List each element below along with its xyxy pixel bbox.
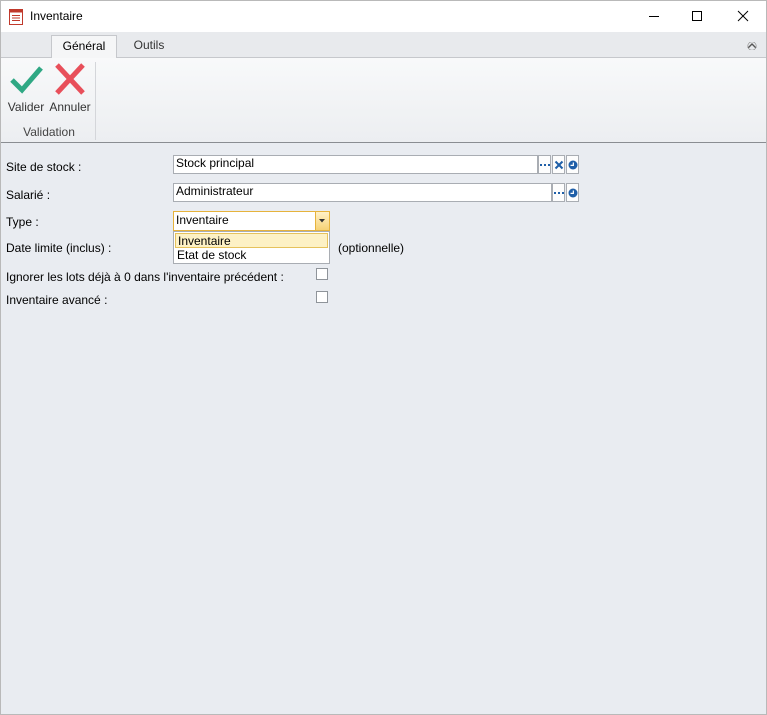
type-select-value: Inventaire [176, 213, 229, 227]
type-dropdown-list: Inventaire Etat de stock [173, 231, 330, 264]
date-limite-label: Date limite (inclus) : [6, 241, 112, 255]
site-de-stock-label: Site de stock : [6, 160, 82, 174]
chevron-up-icon [747, 41, 757, 51]
maximize-button[interactable] [674, 1, 720, 32]
type-option-inventaire[interactable]: Inventaire [175, 233, 328, 248]
type-dropdown-button[interactable] [315, 212, 329, 230]
ellipsis-icon [540, 164, 550, 166]
minimize-icon [649, 16, 659, 17]
annuler-label: Annuler [49, 100, 91, 114]
ribbon-panel: Valider Annuler Validation [1, 58, 766, 143]
type-option-etat-de-stock[interactable]: Etat de stock [175, 248, 328, 263]
window-title: Inventaire [30, 9, 83, 23]
ribbon-group-label: Validation [23, 125, 75, 139]
inventaire-window: Inventaire Général Outils Valider Annule… [0, 0, 767, 715]
type-select[interactable]: Inventaire [173, 211, 330, 231]
tab-outils[interactable]: Outils [125, 35, 173, 57]
check-icon [10, 66, 43, 94]
salarie-browse-button[interactable] [552, 183, 565, 202]
ignorer-lots-label: Ignorer les lots déjà à 0 dans l'inventa… [6, 270, 284, 284]
circle-arrow-icon [568, 160, 578, 170]
site-de-stock-input[interactable]: Stock principal [173, 155, 538, 174]
inventory-form: Site de stock : Stock principal Salarié … [1, 143, 766, 714]
salarie-label: Salarié : [6, 188, 51, 202]
ribbon-group-divider [95, 62, 96, 140]
ellipsis-icon [554, 192, 564, 194]
type-label: Type : [6, 215, 39, 229]
maximize-icon [692, 11, 702, 21]
close-x-icon [55, 63, 85, 95]
minimize-button[interactable] [631, 1, 677, 32]
inventory-doc-icon [9, 9, 23, 25]
inventaire-avance-checkbox[interactable] [316, 291, 328, 303]
annuler-button[interactable]: Annuler [49, 62, 91, 116]
ribbon-tab-bar: Général Outils [1, 32, 766, 59]
site-de-stock-open-button[interactable] [566, 155, 579, 174]
site-de-stock-browse-button[interactable] [538, 155, 551, 174]
site-de-stock-clear-button[interactable] [552, 155, 565, 174]
chevron-down-icon [319, 219, 325, 223]
tab-general[interactable]: Général [51, 35, 117, 59]
date-limite-hint: (optionnelle) [338, 241, 405, 255]
salarie-input[interactable]: Administrateur [173, 183, 552, 202]
clear-x-icon [554, 160, 564, 170]
ignorer-lots-checkbox[interactable] [316, 268, 328, 280]
salarie-open-button[interactable] [566, 183, 579, 202]
collapse-ribbon-button[interactable] [747, 39, 757, 51]
close-button[interactable] [720, 1, 766, 32]
valider-button[interactable]: Valider [5, 62, 47, 116]
circle-arrow-icon [568, 188, 578, 198]
close-icon [737, 10, 749, 22]
title-bar: Inventaire [1, 1, 766, 32]
valider-label: Valider [7, 100, 45, 114]
inventaire-avance-label: Inventaire avancé : [6, 293, 108, 307]
